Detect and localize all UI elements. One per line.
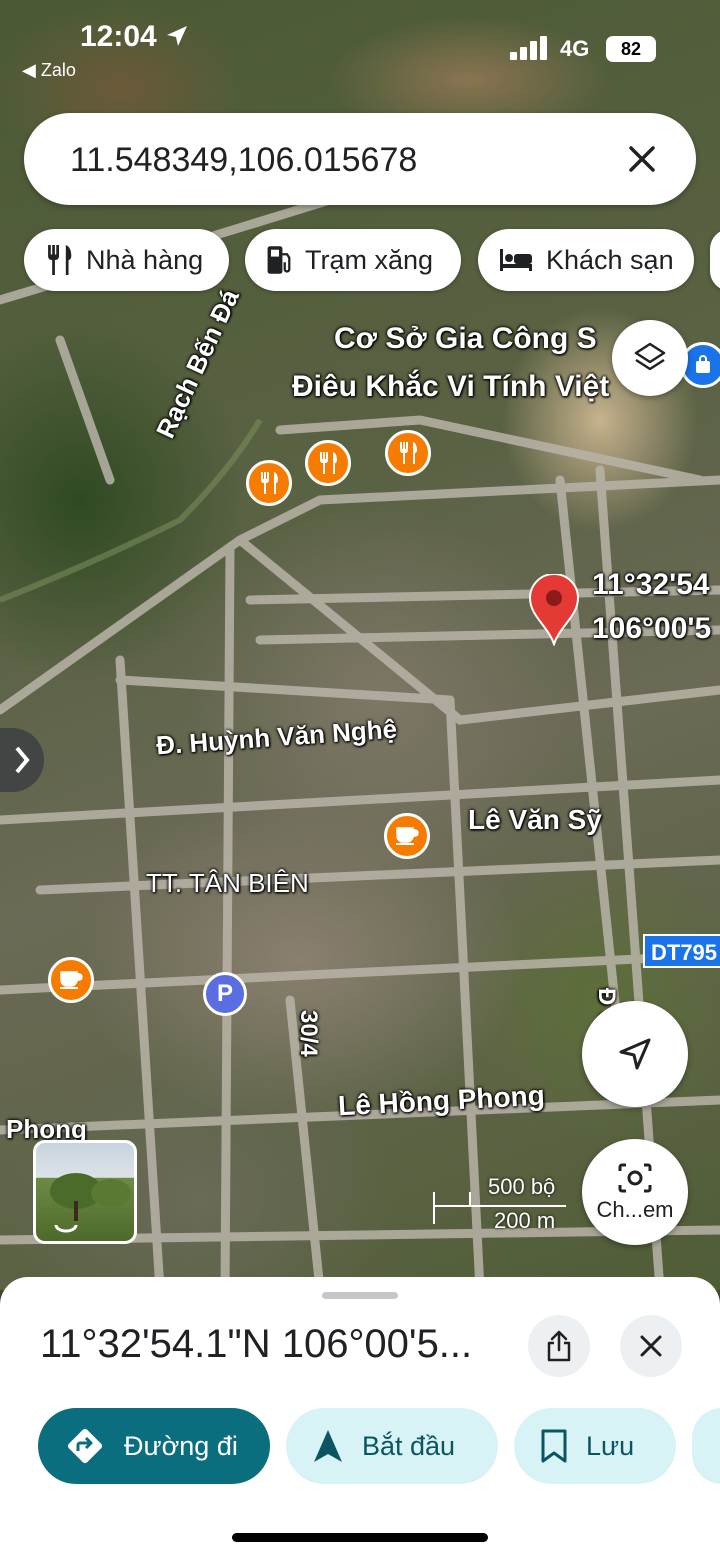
- restaurant-marker[interactable]: [246, 460, 292, 506]
- status-bar: 12:04 ◀ Zalo 4G 82: [0, 0, 720, 100]
- rotate-360-icon: [54, 1224, 78, 1233]
- my-location-button[interactable]: [582, 1001, 688, 1107]
- parking-marker[interactable]: P: [203, 972, 247, 1016]
- directions-button[interactable]: Đường đi: [38, 1408, 270, 1484]
- chip-label: Nhà hàng: [86, 244, 204, 275]
- pin-longitude: 106°00'5: [592, 612, 712, 645]
- directions-label: Đường đi: [124, 1430, 238, 1461]
- restaurant-marker[interactable]: [385, 430, 431, 476]
- lens-label: Ch...em: [596, 1197, 674, 1222]
- place-title: 11°32'54.1"N 106°00'5...: [40, 1322, 473, 1366]
- close-icon: [640, 1335, 662, 1357]
- location-arrow-icon: [167, 26, 188, 46]
- street-view-thumbnail[interactable]: [33, 1140, 137, 1244]
- camera-search-icon: [618, 1163, 652, 1193]
- navigation-icon: [314, 1430, 342, 1462]
- cafe-marker[interactable]: [384, 813, 430, 859]
- coffee-icon: [60, 971, 83, 989]
- start-navigation-button[interactable]: Bắt đầu: [286, 1408, 498, 1484]
- lens-search-button[interactable]: Ch...em: [582, 1139, 688, 1245]
- chip-label: Trạm xăng: [305, 244, 434, 275]
- street-label-le-van-sy: Lê Văn Sỹ: [468, 804, 602, 835]
- clear-search-icon[interactable]: [618, 135, 666, 183]
- home-indicator: [232, 1533, 488, 1542]
- town-label: TT. TÂN BIÊN: [146, 868, 309, 898]
- restaurant-icon: [48, 245, 72, 275]
- restaurant-marker[interactable]: [305, 440, 351, 486]
- battery-indicator: 82: [606, 36, 656, 62]
- gas-station-icon: [267, 246, 291, 274]
- network-type: 4G: [560, 36, 590, 61]
- pin-coordinate-label: 11°32'54 106°00'5: [592, 568, 711, 646]
- close-sheet-button[interactable]: [620, 1315, 682, 1377]
- hotel-icon: [500, 249, 532, 271]
- back-to-app-link[interactable]: ◀ Zalo: [22, 60, 76, 81]
- street-view-photo: [50, 1173, 131, 1233]
- scale-metric: 200 m: [494, 1208, 556, 1233]
- dropped-pin-icon[interactable]: [528, 574, 580, 646]
- bookmark-icon: [541, 1429, 567, 1463]
- poi-label-line2[interactable]: Điêu Khắc Vi Tính Việt: [292, 370, 609, 404]
- search-input[interactable]: 11.548349,106.015678: [70, 141, 417, 180]
- restaurant-icon: [261, 472, 278, 494]
- share-button[interactable]: [528, 1315, 590, 1377]
- cellular-signal-icon: [510, 36, 547, 60]
- shopping-bag-icon: [696, 355, 710, 373]
- start-label: Bắt đầu: [362, 1430, 456, 1461]
- layers-icon: [634, 342, 666, 371]
- chip-label: Khách sạn: [546, 244, 674, 275]
- status-clock: 12:04: [80, 20, 189, 54]
- coffee-icon: [396, 827, 419, 845]
- clock-text: 12:04: [80, 20, 157, 53]
- chip-gas-stations[interactable]: Trạm xăng: [245, 229, 461, 291]
- road-shield: DT795: [643, 934, 720, 968]
- restaurant-icon: [320, 452, 337, 474]
- restaurant-icon: [400, 442, 417, 464]
- poi-label-line1[interactable]: Cơ Sở Gia Công S: [334, 322, 597, 356]
- share-icon: [547, 1330, 571, 1362]
- directions-icon: [67, 1428, 103, 1464]
- sheet-drag-handle[interactable]: [322, 1292, 398, 1299]
- scale-imperial: 500 bộ: [488, 1174, 556, 1199]
- chip-hotels[interactable]: Khách sạn: [478, 229, 694, 291]
- navigation-arrow-icon: [619, 1038, 651, 1070]
- map-layers-button[interactable]: [612, 320, 688, 396]
- chevron-right-icon: [15, 746, 30, 774]
- cafe-marker[interactable]: [48, 957, 94, 1003]
- pin-latitude: 11°32'54: [592, 568, 710, 601]
- chip-restaurants[interactable]: Nhà hàng: [24, 229, 229, 291]
- save-label: Lưu: [586, 1430, 635, 1461]
- street-label-30-4: 30/4: [295, 1010, 322, 1057]
- save-button[interactable]: Lưu: [514, 1408, 676, 1484]
- search-bar[interactable]: 11.548349,106.015678: [24, 113, 696, 205]
